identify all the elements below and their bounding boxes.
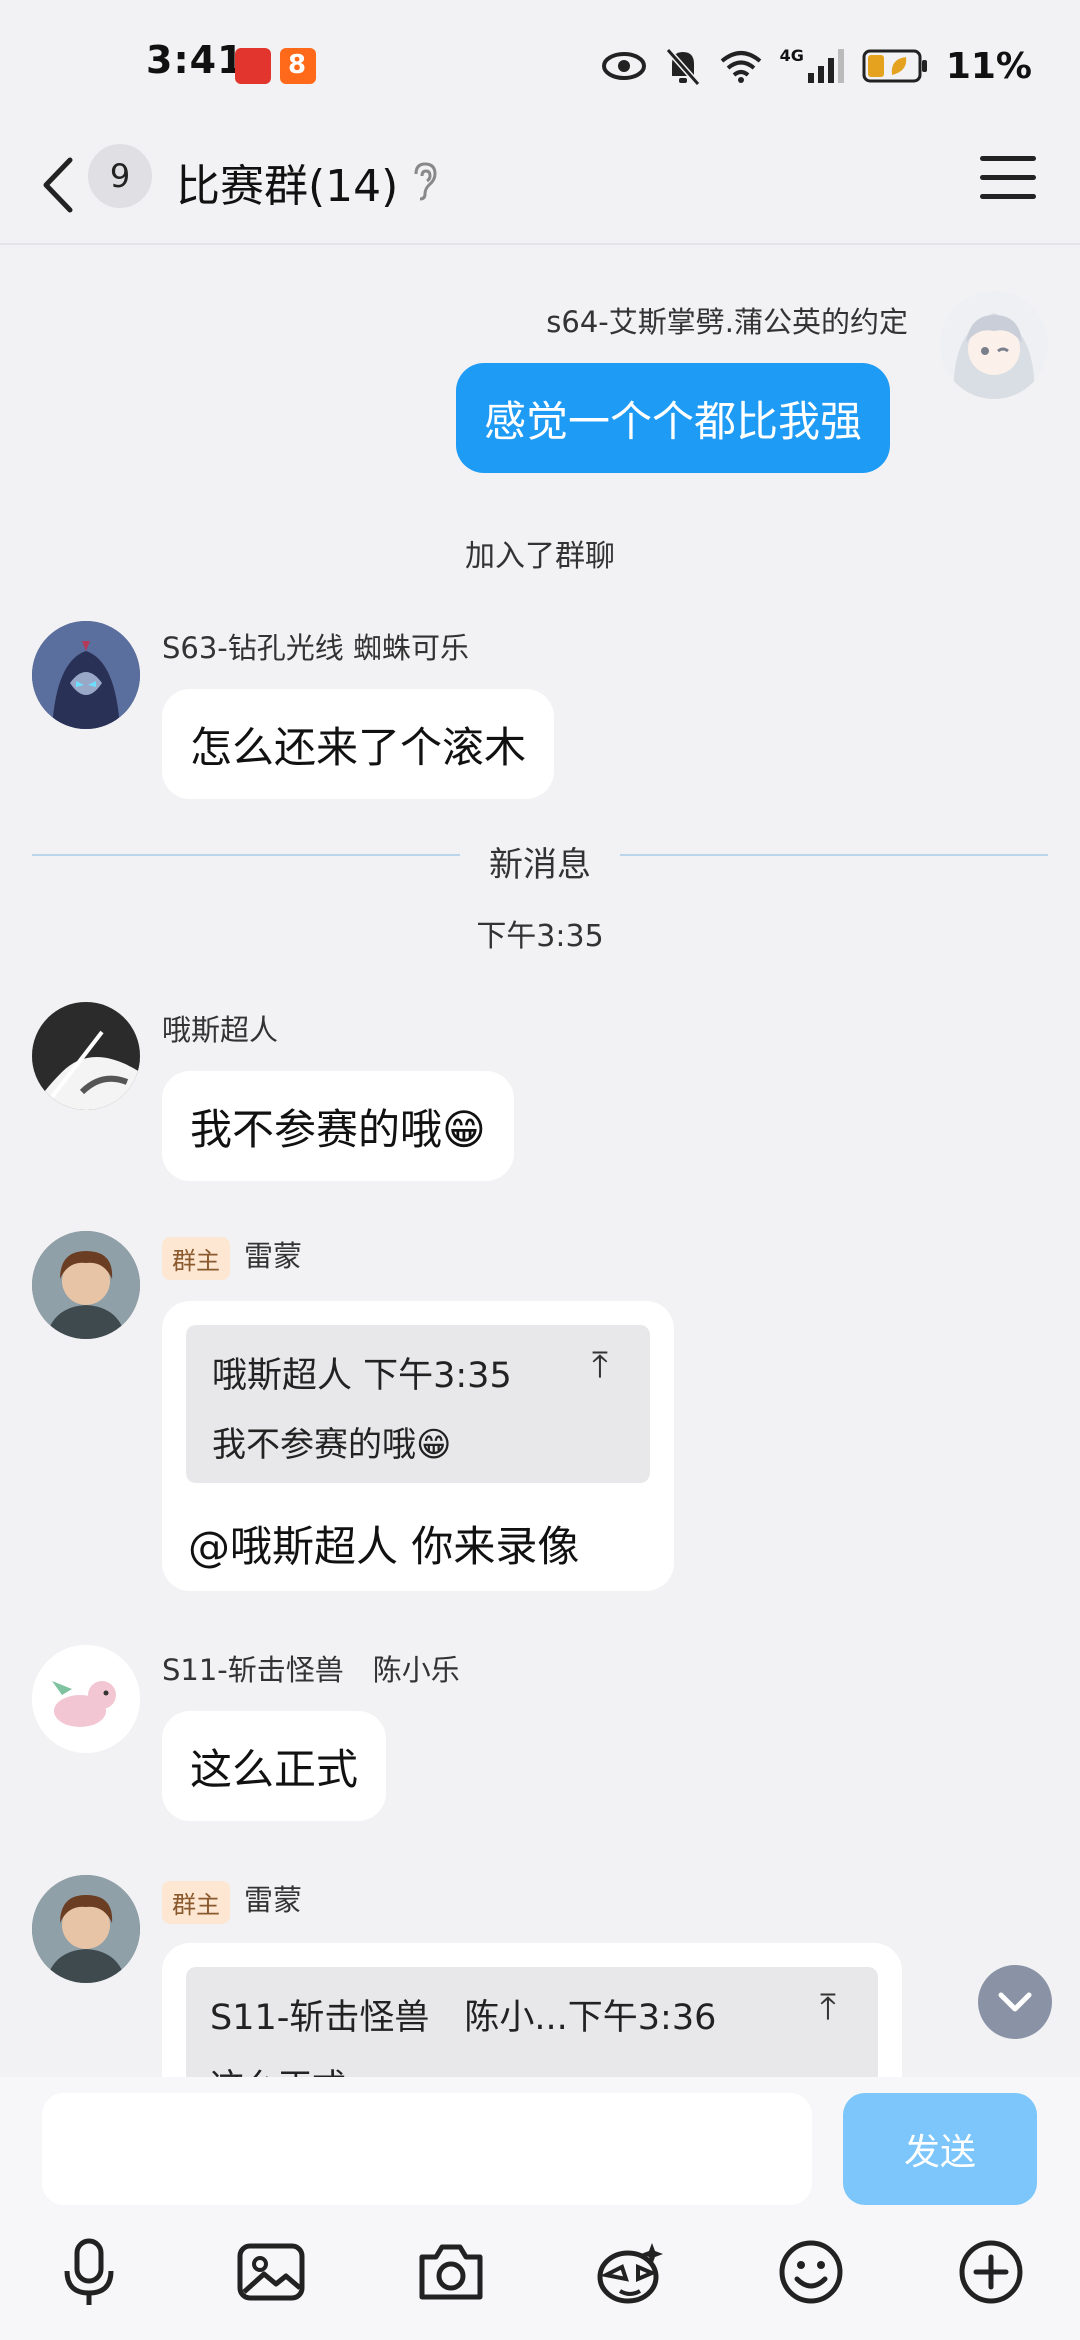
reply-message-bubble[interactable]: S11-斩击怪兽 陈小...下午3:36 ⤒ 这么正式	[162, 1943, 902, 2077]
signal-icon	[807, 49, 844, 83]
quote-body: 这么正式	[210, 2059, 346, 2077]
divider-line	[620, 854, 1048, 856]
avatar[interactable]	[32, 1002, 140, 1110]
quote-header: S11-斩击怪兽 陈小...下午3:36	[210, 1998, 717, 2038]
status-bar: 3:41 4G 11%	[0, 0, 1080, 130]
sender-name: 雷蒙	[244, 1883, 303, 1917]
sender-name: S63-钻孔光线 蜘蛛可乐	[162, 631, 469, 665]
message-bubble[interactable]: 这么正式	[162, 1711, 387, 1821]
avatar[interactable]	[940, 291, 1048, 399]
group-owner-badge: 群主	[162, 1236, 230, 1280]
group-title[interactable]: 比赛群(14)	[176, 150, 398, 214]
sender-line: 群主 雷蒙	[162, 1877, 302, 1924]
scroll-to-bottom-button[interactable]	[978, 1965, 1052, 2039]
quote-body: 我不参赛的哦😁	[212, 1425, 452, 1465]
sender-name: S11-斩击怪兽 陈小乐	[162, 1653, 460, 1687]
quoted-message[interactable]: S11-斩击怪兽 陈小...下午3:36 ⤒ 这么正式	[186, 1967, 878, 2077]
back-icon[interactable]	[36, 150, 86, 220]
sender-line: 群主 雷蒙	[162, 1233, 302, 1280]
mute-bell-icon	[665, 48, 700, 86]
menu-icon[interactable]	[980, 156, 1036, 206]
sender-name: s64-艾斯掌劈.蒲公英的约定	[546, 305, 908, 339]
status-time: 3:41	[146, 38, 245, 82]
quoted-message[interactable]: 哦斯超人 下午3:35 ⤒ 我不参赛的哦😁	[186, 1325, 650, 1483]
plus-icon[interactable]	[946, 2227, 1036, 2317]
battery-level: 11%	[945, 45, 1032, 87]
jump-to-quote-icon[interactable]: ⤒	[820, 1987, 836, 2029]
chevron-down-icon	[998, 1992, 1032, 2012]
send-button[interactable]: 发送	[843, 2093, 1037, 2205]
group-owner-badge: 群主	[162, 1880, 230, 1924]
shopping-app-icon	[235, 48, 271, 84]
message-input[interactable]	[42, 2093, 812, 2205]
camera-icon[interactable]	[406, 2227, 496, 2317]
sender-name: 哦斯超人	[162, 1013, 279, 1047]
chat-header: 9 比赛群(14)	[0, 130, 1080, 245]
message-bubble[interactable]: 感觉一个个都比我强	[456, 363, 891, 473]
avatar[interactable]	[32, 621, 140, 729]
reply-message-bubble[interactable]: 哦斯超人 下午3:35 ⤒ 我不参赛的哦😁 @哦斯超人 你来录像	[162, 1301, 674, 1591]
unread-count-badge[interactable]: 9	[88, 144, 152, 208]
system-notice: 加入了群聊	[465, 539, 615, 574]
message-bubble[interactable]: 我不参赛的哦😁	[162, 1071, 514, 1181]
quote-header: 哦斯超人 下午3:35	[212, 1356, 512, 1396]
emoji-icon[interactable]	[766, 2227, 856, 2317]
mic-icon[interactable]	[44, 2227, 134, 2317]
avatar[interactable]	[32, 1875, 140, 1983]
battery-icon	[862, 49, 927, 83]
new-messages-divider: 新消息	[489, 845, 591, 885]
message-list[interactable]: s64-艾斯掌劈.蒲公英的约定 感觉一个个都比我强 加入了群聊 S63-钻孔光线…	[0, 247, 1080, 2077]
avatar[interactable]	[32, 1645, 140, 1753]
input-bar: 发送	[0, 2077, 1080, 2340]
reply-text: @哦斯超人 你来录像	[188, 1522, 580, 1571]
avatar[interactable]	[32, 1231, 140, 1339]
ear-icon[interactable]	[410, 160, 440, 202]
network-type: 4G	[779, 45, 804, 65]
input-toolbar	[0, 2227, 1080, 2327]
message-bubble[interactable]: 怎么还来了个滚木	[162, 689, 555, 799]
sticker-icon[interactable]	[586, 2227, 676, 2317]
wifi-icon	[720, 51, 761, 83]
jump-to-quote-icon[interactable]: ⤒	[592, 1345, 608, 1387]
sender-name: 雷蒙	[244, 1239, 303, 1273]
image-icon[interactable]	[226, 2227, 316, 2317]
video-app-icon	[280, 48, 316, 84]
status-icons: 4G 11%	[601, 40, 1032, 92]
eye-icon	[601, 52, 646, 80]
timestamp: 下午3:35	[476, 919, 604, 954]
